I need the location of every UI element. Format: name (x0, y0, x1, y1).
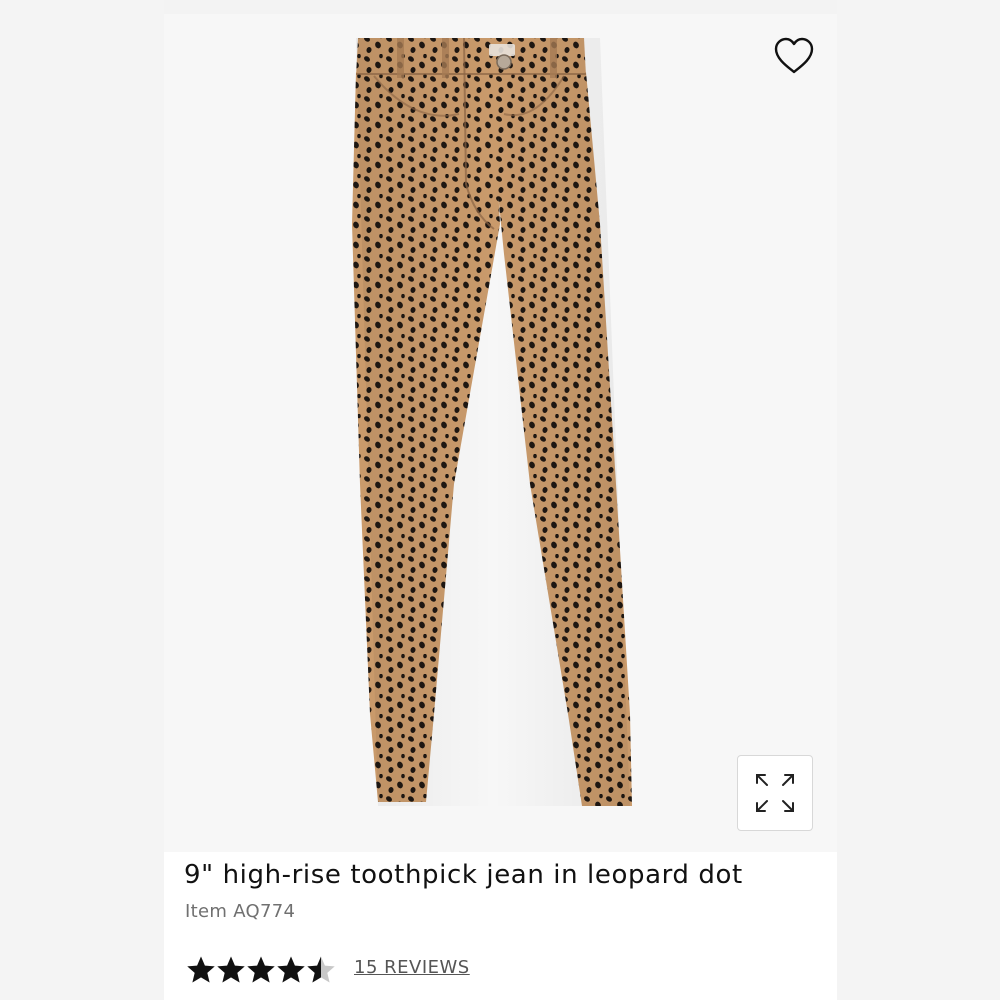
star-rating (186, 952, 336, 988)
stars (186, 955, 336, 985)
left-margin (0, 0, 164, 1000)
wishlist-button[interactable] (770, 34, 818, 78)
right-margin (837, 0, 1000, 1000)
star-icon (307, 956, 335, 983)
product-image-area[interactable] (164, 14, 837, 852)
star-icon (277, 956, 305, 983)
expand-arrows-icon (756, 774, 794, 812)
product-title: 9" high-rise toothpick jean in leopard d… (184, 860, 743, 890)
product-card: 9" high-rise toothpick jean in leopard d… (164, 14, 837, 1000)
product-image (352, 37, 632, 806)
expand-image-button[interactable] (737, 755, 813, 831)
item-number: Item AQ774 (185, 901, 296, 922)
star-icon (217, 956, 245, 983)
reviews-link[interactable]: 15 REVIEWS (354, 957, 470, 978)
heart-outline-icon (774, 37, 814, 74)
star-icon (187, 956, 215, 983)
star-icon (247, 956, 275, 983)
